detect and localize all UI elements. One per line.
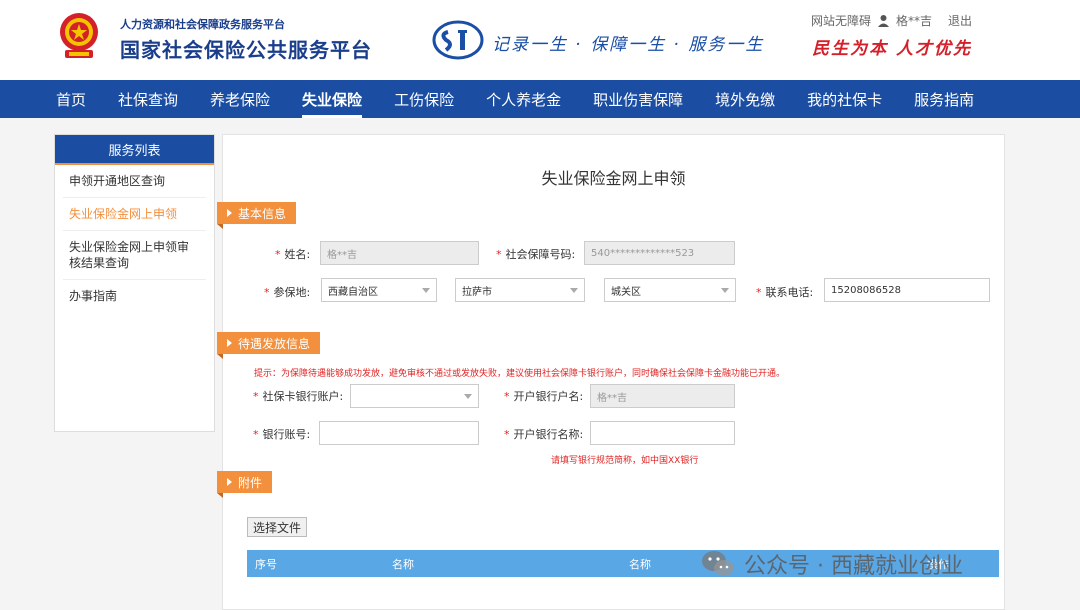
column-index: 序号 <box>255 557 277 571</box>
account-input[interactable] <box>319 421 479 445</box>
holder-field: 格**吉 <box>590 384 735 408</box>
section-attachment: 附件 <box>217 471 273 498</box>
ssn-field: 540*************523 <box>584 241 735 265</box>
section-basic-info: 基本信息 <box>217 202 297 229</box>
payment-hint: 提示：为保障待遇能够成功发放，避免审核不通过或发放失败，建议使用社会保障卡银行账… <box>254 369 786 379</box>
page-title: 失业保险金网上申领 <box>541 169 686 188</box>
account-label: * 银行账号: <box>253 428 311 441</box>
chevron-down-icon <box>464 393 472 399</box>
phone-label: * 联系电话: <box>756 286 814 299</box>
nav-item-occupational-injury[interactable]: 职业伤害保障 <box>577 80 699 118</box>
header: 人力资源和社会保障政务服务平台 国家社会保险公共服务平台 记录一生 · 保障一生… <box>0 0 1080 80</box>
nav-item-personal-pension[interactable]: 个人养老金 <box>470 80 577 118</box>
arrow-icon <box>227 209 232 217</box>
org-subtitle: 人力资源和社会保障政务服务平台 <box>120 18 285 31</box>
district-select[interactable]: 城关区 <box>604 278 736 302</box>
main-nav: 首页 社保查询 养老保险 失业保险 工伤保险 个人养老金 职业伤害保障 境外免缴… <box>0 80 1080 118</box>
org-title: 国家社会保险公共服务平台 <box>120 38 372 62</box>
chevron-down-icon <box>570 287 578 293</box>
nav-item-injury[interactable]: 工伤保险 <box>378 80 470 118</box>
bank-name-hint: 请填写银行规范简称，如中国XX银行 <box>551 456 699 466</box>
section-attachment-label: 附件 <box>238 475 263 490</box>
nav-item-overseas-exemption[interactable]: 境外免缴 <box>699 80 791 118</box>
sidebar-title: 服务列表 <box>55 135 214 165</box>
card-account-label: * 社保卡银行账户: <box>253 390 344 403</box>
wechat-watermark: 公众号 · 西藏就业创业 <box>700 548 963 580</box>
social-insurance-logo-icon <box>432 20 484 60</box>
watermark-text: 公众号 · 西藏就业创业 <box>744 554 963 579</box>
sidebar-item-result-query[interactable]: 失业保险金网上申领审核结果查询 <box>63 231 206 280</box>
section-basic-label: 基本信息 <box>238 206 287 221</box>
phone-input[interactable]: 15208086528 <box>824 278 990 302</box>
ssn-label: * 社会保障号码: <box>496 248 576 261</box>
wechat-icon <box>702 551 734 576</box>
chevron-down-icon <box>422 287 430 293</box>
sidebar-item-guide[interactable]: 办事指南 <box>63 280 206 312</box>
application-form: 失业保险金网上申领 基本信息 * 姓名: 格**吉 * 社会保障号码: 540***… <box>217 134 1005 610</box>
national-emblem-icon <box>60 13 98 58</box>
column-name: 名称 <box>392 557 414 571</box>
insured-place-label: * 参保地: <box>264 286 311 299</box>
bank-name-input[interactable] <box>590 421 735 445</box>
card-account-select[interactable] <box>350 384 479 408</box>
nav-item-home[interactable]: 首页 <box>40 80 102 118</box>
nav-item-my-card[interactable]: 我的社保卡 <box>791 80 898 118</box>
section-payment-info: 待遇发放信息 <box>217 332 321 359</box>
district-value: 城关区 <box>611 286 641 298</box>
province-select[interactable]: 西藏自治区 <box>321 278 437 302</box>
user-icon <box>877 15 889 27</box>
province-value: 西藏自治区 <box>328 286 378 298</box>
sidebar-item-online-apply[interactable]: 失业保险金网上申领 <box>63 198 206 231</box>
nav-item-service-guide[interactable]: 服务指南 <box>898 80 990 118</box>
column-name-2: 名称 <box>629 557 651 571</box>
top-user-links: 网站无障碍 格**吉 退出 <box>811 12 972 29</box>
motto: 民生为本 人才优先 <box>812 39 972 59</box>
sidebar-item-region-query[interactable]: 申领开通地区查询 <box>63 165 206 198</box>
arrow-icon <box>227 339 232 347</box>
arrow-icon <box>227 478 232 486</box>
city-select[interactable]: 拉萨市 <box>455 278 585 302</box>
holder-label: * 开户银行户名: <box>504 390 584 403</box>
bank-name-label: * 开户银行名称: <box>504 428 584 441</box>
chevron-down-icon <box>721 287 729 293</box>
city-value: 拉萨市 <box>462 286 492 298</box>
name-label: * 姓名: <box>275 248 311 261</box>
choose-file-button[interactable]: 选择文件 <box>247 517 308 537</box>
name-field: 格**吉 <box>320 241 479 265</box>
nav-item-social-query[interactable]: 社保查询 <box>102 80 194 118</box>
accessibility-link[interactable]: 网站无障碍 <box>811 12 871 29</box>
nav-item-unemployment[interactable]: 失业保险 <box>286 80 378 118</box>
section-payment-label: 待遇发放信息 <box>238 336 311 351</box>
service-slogan: 记录一生 · 保障一生 · 服务一生 <box>492 35 765 55</box>
username: 格**吉 <box>895 14 932 28</box>
logout-link[interactable]: 退出 <box>948 12 972 29</box>
nav-item-pension[interactable]: 养老保险 <box>194 80 286 118</box>
service-sidebar: 服务列表 申领开通地区查询 失业保险金网上申领 失业保险金网上申领审核结果查询 … <box>54 134 215 432</box>
